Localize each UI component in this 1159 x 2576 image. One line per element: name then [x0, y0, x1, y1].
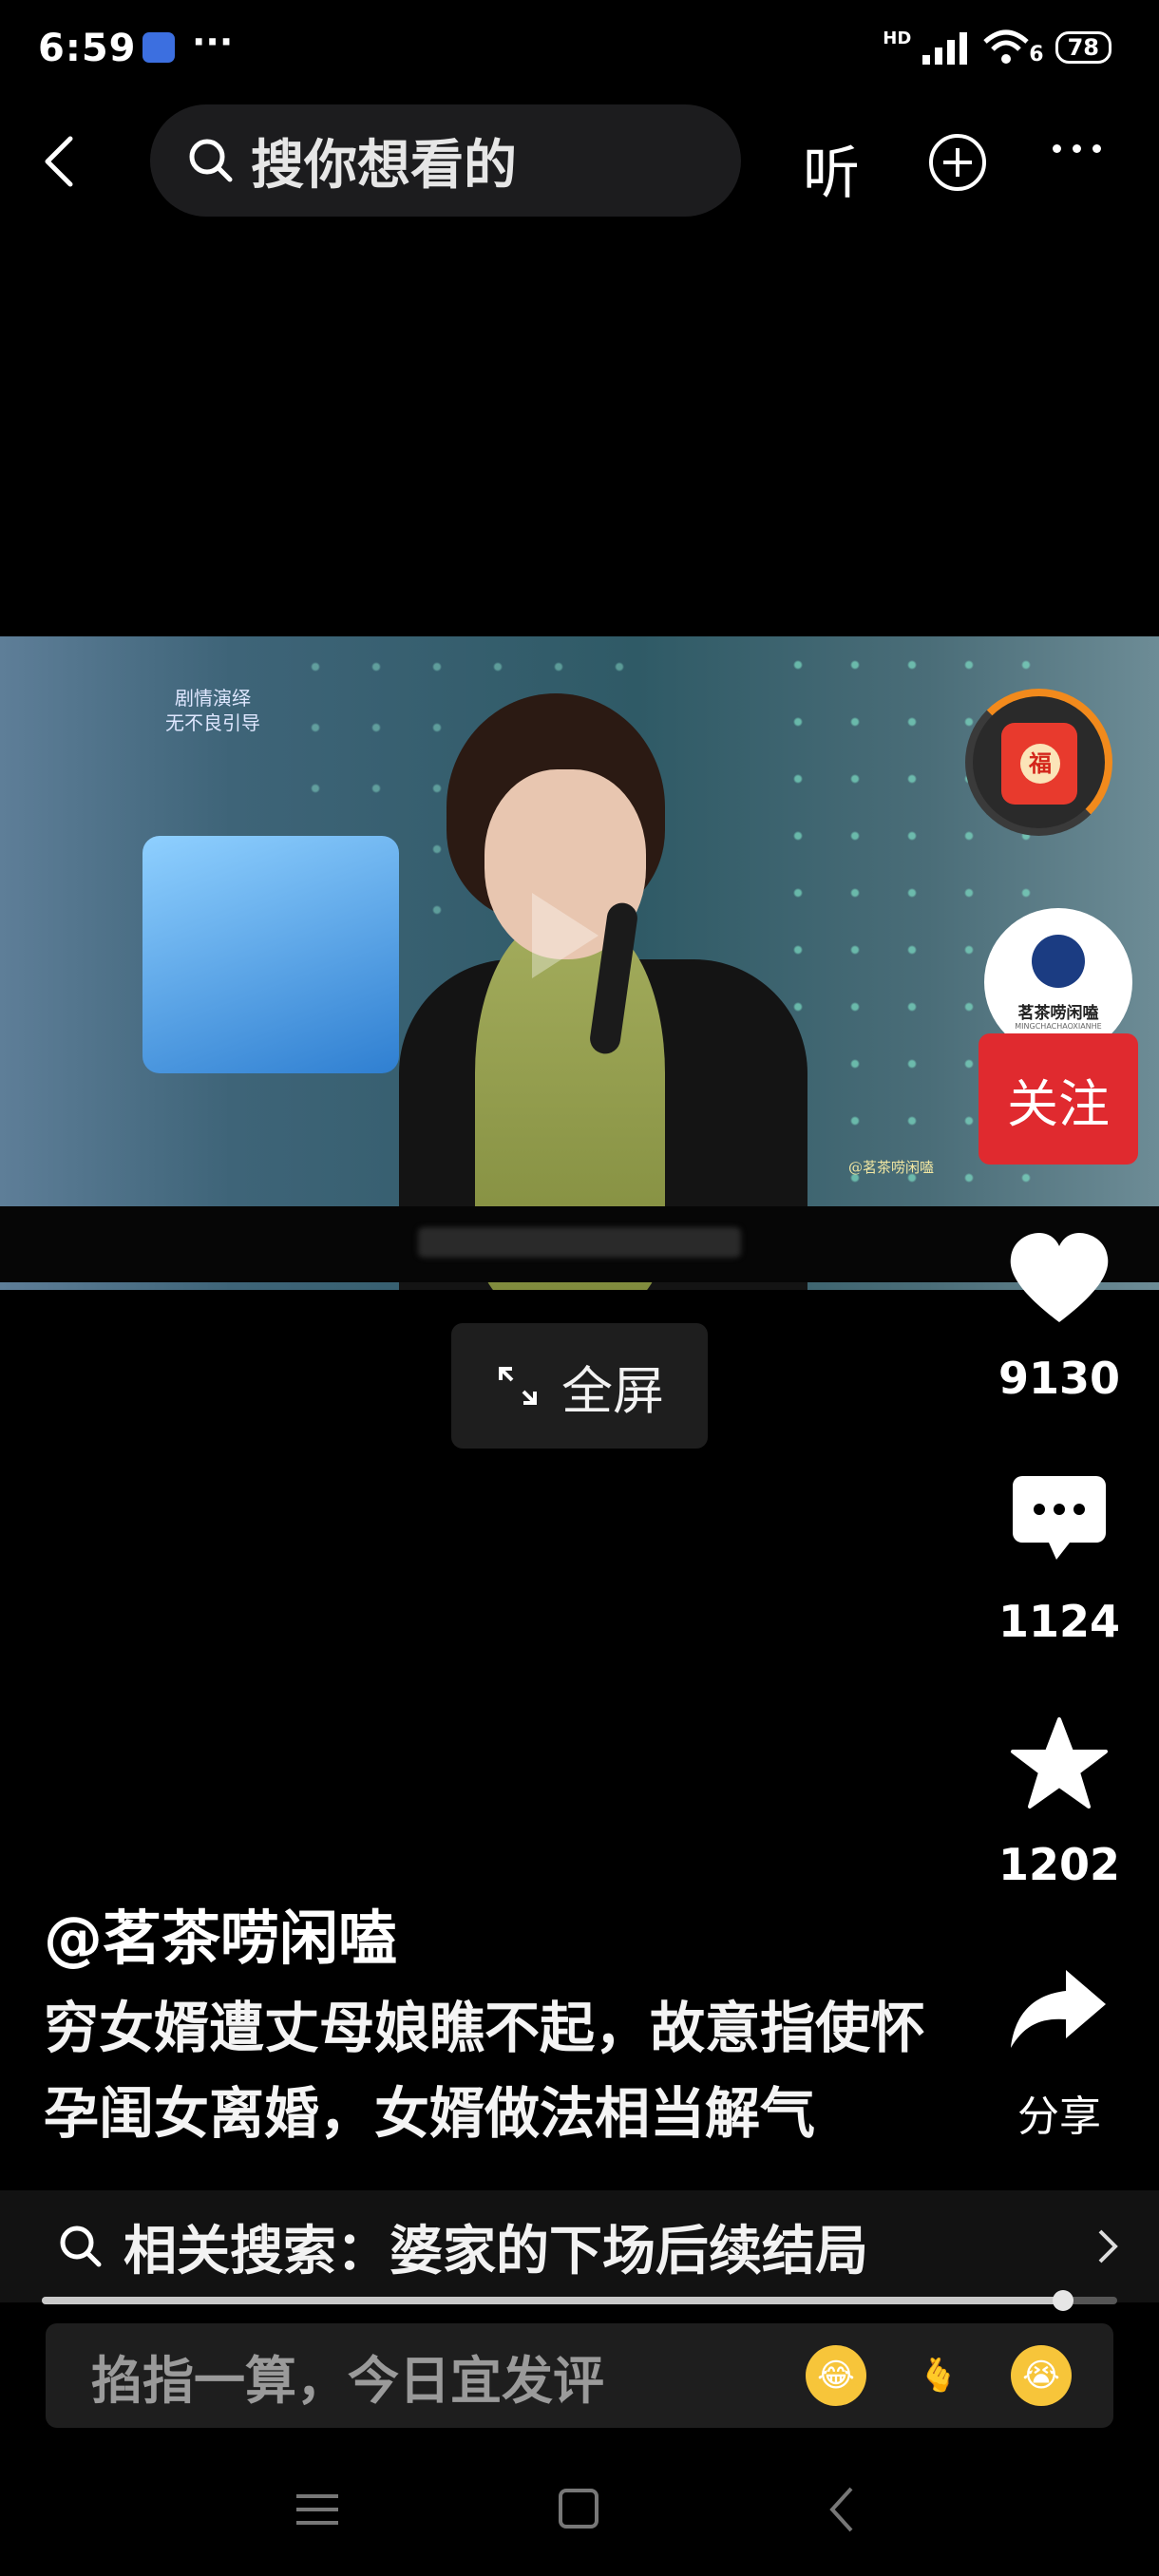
author-name[interactable]: @茗茶唠闲嗑: [44, 1890, 397, 1976]
avatar-figure-icon: [1032, 935, 1085, 988]
progress-fill: [42, 2297, 1064, 2304]
comment-count: 1124: [998, 1596, 1121, 1647]
video-corner-watermark: @茗茶唠闲嗑: [848, 1159, 935, 1176]
signal-icon: [922, 32, 968, 65]
search-input[interactable]: 搜你想看的: [150, 104, 741, 217]
expand-icon: [499, 1367, 537, 1405]
search-icon: [189, 139, 233, 182]
play-icon[interactable]: [532, 893, 598, 978]
status-more-icon: ···: [192, 21, 234, 63]
progress-knob[interactable]: [1053, 2290, 1074, 2311]
system-nav-bar: [296, 2487, 853, 2532]
more-menu-button[interactable]: [1053, 144, 1101, 153]
video-progress-bar[interactable]: [42, 2290, 1117, 2311]
fu-seal: 福: [1020, 744, 1060, 784]
back-button[interactable]: [38, 133, 86, 190]
wifi-badge: 6: [1029, 43, 1044, 66]
battery-indicator: 78: [1054, 31, 1112, 64]
add-button[interactable]: [929, 134, 986, 191]
home-nav-button: [559, 2489, 598, 2529]
share-label: 分享: [1017, 2093, 1101, 2141]
follow-button[interactable]: 关注: [978, 1033, 1138, 1165]
search-icon: [60, 2226, 102, 2267]
wifi-icon: [983, 29, 1029, 64]
video-watermark: 剧情演绎 无不良引导: [165, 687, 260, 734]
fullscreen-button[interactable]: 全屏: [451, 1323, 708, 1449]
back-nav-button: [829, 2487, 853, 2532]
comment-input[interactable]: 掐指一算，今日宜发评 😂 🫰 😭: [46, 2323, 1113, 2428]
comment-button[interactable]: [1011, 1474, 1108, 1563]
avatar-name: 茗茶唠闲嗑: [1017, 1004, 1099, 1023]
favorite-button[interactable]: [1009, 1715, 1110, 1810]
fullscreen-label: 全屏: [561, 1360, 664, 1421]
share-button[interactable]: [1007, 1966, 1110, 2052]
baidu-app-icon: [142, 32, 175, 63]
laughing-emoji-icon[interactable]: 😂: [806, 2345, 866, 2406]
related-search-bar[interactable]: 相关搜索：婆家的下场后续结局: [0, 2190, 1159, 2302]
finger-heart-emoji-icon[interactable]: 🫰: [908, 2345, 969, 2406]
like-count: 9130: [998, 1353, 1121, 1404]
listen-button[interactable]: 听: [803, 127, 860, 210]
avatar-subtitle: MINGCHACHAOXIANHE: [1015, 1022, 1102, 1031]
search-placeholder: 搜你想看的: [251, 134, 517, 197]
video-caption[interactable]: 穷女婿遭丈母娘瞧不起，故意指使怀孕闺女离婚，女婿做法相当解气: [44, 1985, 946, 2156]
menu-nav-button: [296, 2494, 338, 2525]
crying-emoji-icon[interactable]: 😭: [1011, 2345, 1072, 2406]
chevron-right-icon: [1098, 2229, 1118, 2263]
status-indicators: HD 6 78: [883, 28, 1112, 66]
favorite-count: 1202: [998, 1839, 1121, 1890]
red-packet-button[interactable]: 福: [965, 689, 1112, 836]
status-time: 6:59: [38, 27, 137, 70]
subtitle-bar: [0, 1206, 1159, 1282]
stage-screen: [142, 836, 399, 1073]
like-button[interactable]: [1007, 1231, 1112, 1326]
comment-placeholder: 掐指一算，今日宜发评: [91, 2350, 604, 2411]
related-search-text: 相关搜索：婆家的下场后续结局: [124, 2220, 868, 2282]
hd-label: HD: [883, 28, 912, 48]
